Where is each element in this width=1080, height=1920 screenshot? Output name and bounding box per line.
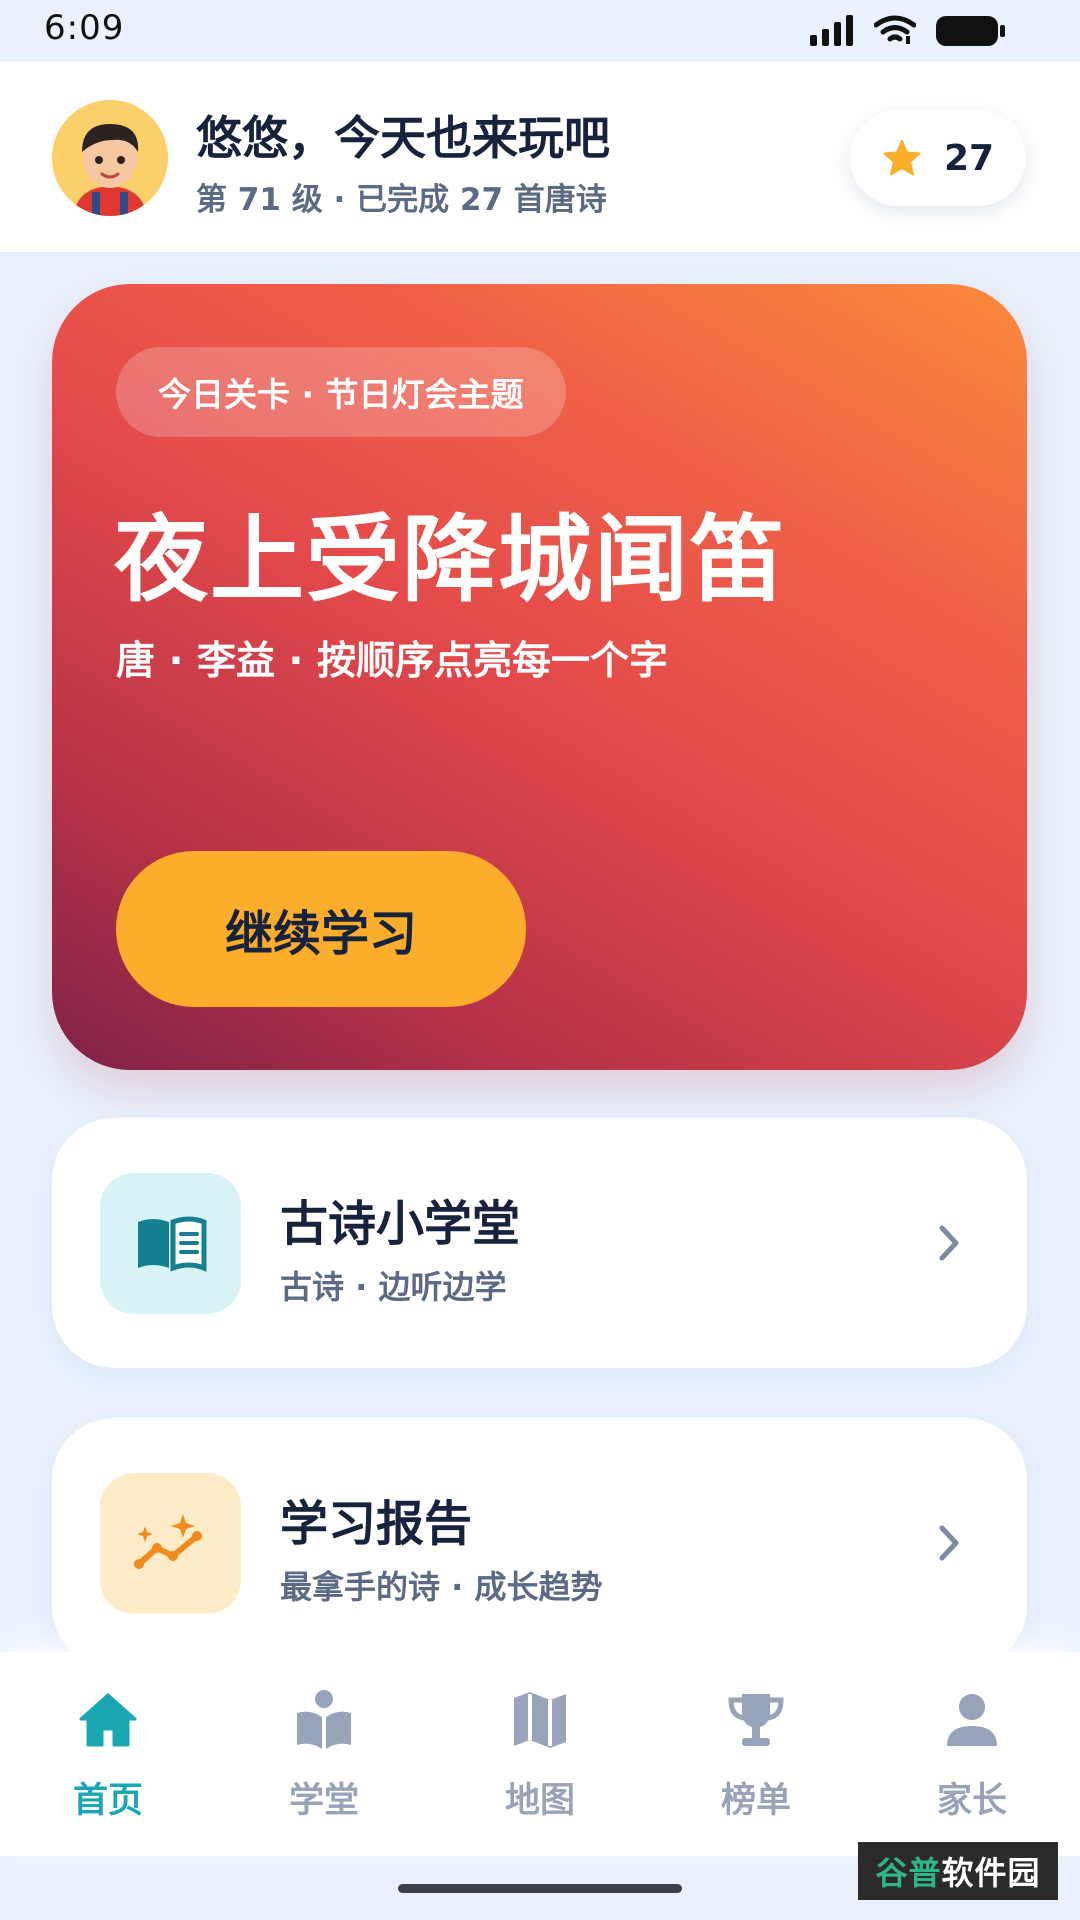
star-icon — [883, 140, 921, 176]
star-count-pill[interactable]: 27 — [850, 110, 1026, 206]
avatar[interactable] — [52, 100, 168, 216]
signal-icon — [810, 15, 853, 46]
card-title: 学习报告 — [280, 1496, 473, 1552]
chevron-right-icon — [939, 1225, 959, 1261]
tab-parent[interactable]: 家长 — [864, 1652, 1080, 1856]
level-text: 第 71 级 · 已完成 27 首唐诗 — [196, 182, 607, 218]
card-icon-box — [100, 1473, 241, 1614]
tab-label: 地图 — [504, 1781, 575, 1821]
tab-label: 家长 — [936, 1781, 1007, 1821]
card-title: 古诗小学堂 — [280, 1196, 521, 1252]
watermark-accent: 谷普 — [875, 1854, 942, 1892]
tab-map[interactable]: 地图 — [432, 1652, 648, 1856]
daily-level-tag: 今日关卡 · 节日灯会主题 — [116, 347, 566, 437]
card-icon-box — [100, 1173, 241, 1314]
status-bar: 6:09 — [0, 0, 1080, 62]
header: 悠悠，今天也来玩吧 第 71 级 · 已完成 27 首唐诗 27 — [0, 62, 1080, 252]
battery-icon — [936, 16, 1005, 46]
chevron-right-icon — [939, 1525, 959, 1561]
card-learning-report[interactable]: 学习报告 最拿手的诗 · 成长趋势 — [52, 1418, 1027, 1668]
tab-home[interactable]: 首页 — [0, 1652, 216, 1856]
boy-avatar-icon — [52, 100, 168, 216]
reader-icon — [292, 1688, 356, 1752]
person-icon — [940, 1688, 1004, 1752]
tab-label: 首页 — [72, 1781, 143, 1821]
daily-level-card[interactable]: 今日关卡 · 节日灯会主题 夜上受降城闻笛 唐 · 李益 · 按顺序点亮每一个字… — [52, 284, 1027, 1070]
watermark-text: 软件园 — [941, 1854, 1041, 1892]
trophy-icon — [724, 1688, 788, 1752]
tab-school[interactable]: 学堂 — [216, 1652, 432, 1856]
tab-label: 榜单 — [720, 1781, 791, 1821]
home-icon — [76, 1688, 140, 1752]
star-count: 27 — [943, 137, 995, 179]
greeting-text: 悠悠，今天也来玩吧 — [196, 111, 610, 165]
trend-chart-icon — [133, 1513, 202, 1569]
continue-learning-button[interactable]: 继续学习 — [116, 851, 526, 1007]
wifi-icon — [874, 15, 916, 44]
bottom-tab-bar: 首页 学堂 地图 榜单 家长 — [0, 1652, 1080, 1856]
card-poetry-school[interactable]: 古诗小学堂 古诗 · 边听边学 — [52, 1118, 1027, 1368]
card-subtitle: 最拿手的诗 · 成长趋势 — [280, 1568, 603, 1606]
poem-title: 夜上受降城闻笛 — [114, 506, 787, 615]
home-indicator — [398, 1884, 682, 1893]
status-icons — [808, 14, 1006, 48]
tab-leaderboard[interactable]: 榜单 — [648, 1652, 864, 1856]
tab-label: 学堂 — [288, 1781, 359, 1821]
status-time: 6:09 — [44, 8, 125, 48]
map-icon — [508, 1688, 572, 1752]
poem-subtitle: 唐 · 李益 · 按顺序点亮每一个字 — [116, 639, 668, 684]
card-subtitle: 古诗 · 边听边学 — [280, 1268, 507, 1306]
watermark: 谷普 软件园 — [858, 1842, 1058, 1900]
book-icon — [137, 1216, 206, 1272]
